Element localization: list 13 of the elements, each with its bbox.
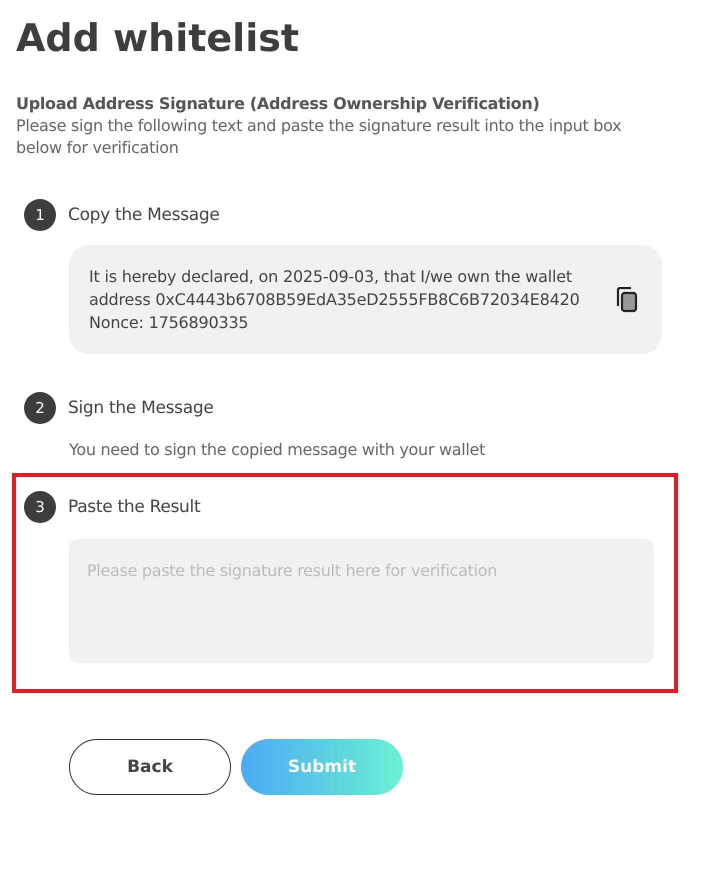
step-label: Sign the Message — [68, 398, 214, 418]
page-title: Add whitelist — [16, 15, 300, 62]
subtitle: Upload Address Signature (Address Ownership Verification) — [16, 94, 540, 113]
message-text: It is hereby declared, on 2025-09-03, that I/we own the wallet address 0xC4443b6708B59EdA35eD2555FB8C6B72034E8420 Nonce: 1756890335 — [89, 266, 581, 334]
step-note: You need to sign the copied message with your wallet — [69, 440, 486, 459]
step-number: 3 — [24, 491, 56, 523]
step-number: 2 — [24, 392, 56, 424]
step-label: Paste the Result — [68, 497, 200, 517]
back-button[interactable]: Back — [69, 739, 231, 795]
copy-icon[interactable] — [616, 286, 638, 312]
description: Please sign the following text and paste the signature result into the input box below for verification — [16, 115, 622, 159]
step-number: 1 — [24, 199, 56, 231]
step-label: Copy the Message — [68, 205, 220, 225]
